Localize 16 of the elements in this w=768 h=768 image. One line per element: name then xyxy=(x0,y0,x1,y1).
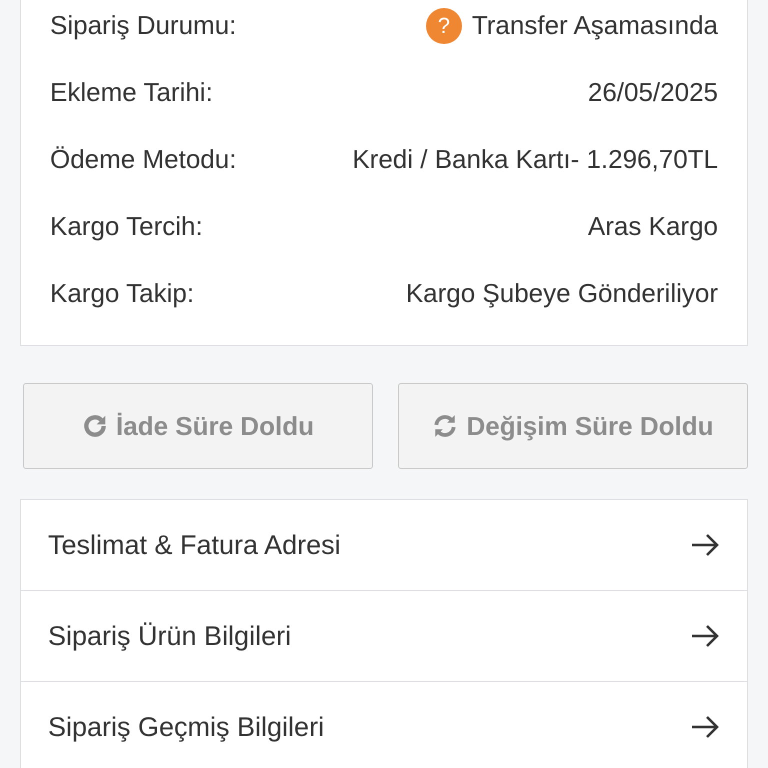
field-value: Aras Kargo xyxy=(588,211,718,242)
menu-link[interactable]: Teslimat & Fatura Adresi xyxy=(48,530,341,560)
field-value: Kargo Şubeye Gönderiliyor xyxy=(406,278,718,309)
help-icon: ? xyxy=(426,8,462,44)
field-label: Kargo Takip: xyxy=(50,278,194,309)
field-label: Ekleme Tarihi: xyxy=(50,77,213,108)
field-value: Transfer Aşamasında xyxy=(472,10,718,41)
menu-link[interactable]: Sipariş Ürün Bilgileri xyxy=(48,620,292,652)
refresh-icon xyxy=(432,413,458,439)
redo-icon xyxy=(82,413,108,439)
field-value: Kredi / Banka Kartı- 1.296,70TL xyxy=(352,144,718,175)
menu-link[interactable]: Sipariş Geçmiş Bilgileri xyxy=(48,712,324,742)
field-label: Ödeme Metodu: xyxy=(50,144,236,175)
field-value: 26/05/2025 xyxy=(588,77,718,108)
field-label: Kargo Tercih: xyxy=(50,211,203,242)
field-label: Sipariş Durumu: xyxy=(50,10,236,41)
